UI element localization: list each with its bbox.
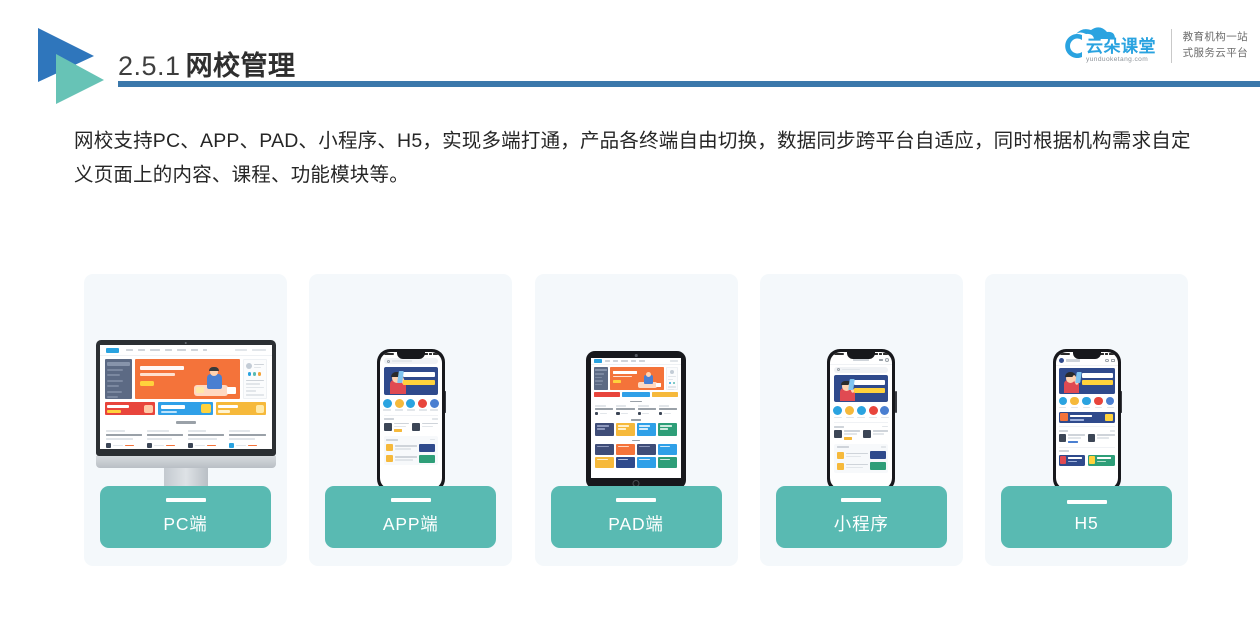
brand-lockup: 云朵课堂 yunduoketang.com 教育机构一站 式服务云平台 xyxy=(1052,26,1248,66)
platform-card-h5[interactable]: H5 xyxy=(985,274,1188,566)
notch xyxy=(847,351,876,359)
card-button-app[interactable]: APP端 xyxy=(325,486,497,548)
monitor-screen xyxy=(99,345,272,449)
tablet-mockup xyxy=(586,351,686,489)
card-label-h5: H5 xyxy=(1074,513,1099,533)
dash-icon xyxy=(1066,500,1107,504)
phone-screen-app xyxy=(379,351,442,489)
side-button xyxy=(1120,390,1122,413)
phone-mockup-miniprogram xyxy=(827,348,897,492)
slide: 2.5.1 网校管理 云朵课堂 yunduoketang.com 教育机构一站 式… xyxy=(0,0,1260,630)
card-button-h5[interactable]: H5 xyxy=(1001,486,1172,548)
phone-screen-miniprogram xyxy=(830,351,893,489)
card-label-pad: PAD端 xyxy=(608,514,664,534)
dash-icon xyxy=(390,498,431,502)
phone-mockup-app xyxy=(376,348,447,492)
platform-card-pc[interactable]: PC端 xyxy=(84,274,287,566)
phone-mockup-h5 xyxy=(1052,348,1122,492)
side-button xyxy=(895,390,897,413)
svg-text:云朵课堂: 云朵课堂 xyxy=(1086,36,1156,56)
platform-card-app[interactable]: APP端 xyxy=(309,274,513,566)
notch xyxy=(1072,351,1101,359)
brand-tagline: 教育机构一站 式服务云平台 xyxy=(1183,30,1248,62)
card-label-pc: PC端 xyxy=(163,514,208,534)
monitor-mockup xyxy=(95,340,276,500)
cloud-logo-icon: 云朵课堂 yunduoketang.com xyxy=(1052,26,1160,66)
camera-icon xyxy=(634,354,638,357)
brand-tagline-line2: 式服务云平台 xyxy=(1182,47,1248,59)
dash-icon xyxy=(616,498,656,502)
phone-screen-h5 xyxy=(1055,351,1118,489)
webcam-icon xyxy=(184,341,187,344)
page-title: 2.5.1 网校管理 xyxy=(118,44,296,83)
brand-divider xyxy=(1170,29,1172,63)
card-button-miniprogram[interactable]: 小程序 xyxy=(775,486,947,548)
title-underline xyxy=(118,81,1260,87)
dash-icon xyxy=(841,498,882,502)
brand-tagline-line1: 教育机构一站 xyxy=(1182,31,1248,44)
side-button xyxy=(444,390,447,413)
card-button-pad[interactable]: PAD端 xyxy=(550,486,722,548)
svg-text:yunduoketang.com: yunduoketang.com xyxy=(1086,56,1148,63)
monitor-chin xyxy=(95,456,276,468)
deck-logo-arrows xyxy=(18,20,114,106)
body-paragraph: 网校支持PC、APP、PAD、小程序、H5，实现多端打通，产品各终端自由切换，数… xyxy=(74,130,1191,186)
section-title: 网校管理 xyxy=(185,51,296,81)
card-button-pc[interactable]: PC端 xyxy=(100,486,271,548)
platform-card-row: PC端 APP端 PAD端 小程序 H5 xyxy=(84,274,1188,566)
section-number: 2.5.1 xyxy=(118,51,181,81)
dash-icon xyxy=(165,498,206,502)
tablet-screen xyxy=(591,358,681,478)
notch xyxy=(396,351,425,359)
platform-card-pad[interactable]: PAD端 xyxy=(534,274,738,566)
platform-card-miniprogram[interactable]: 小程序 xyxy=(759,274,963,566)
monitor-bezel xyxy=(95,340,276,456)
card-label-app: APP端 xyxy=(382,514,439,534)
card-label-miniprogram: 小程序 xyxy=(833,514,889,534)
